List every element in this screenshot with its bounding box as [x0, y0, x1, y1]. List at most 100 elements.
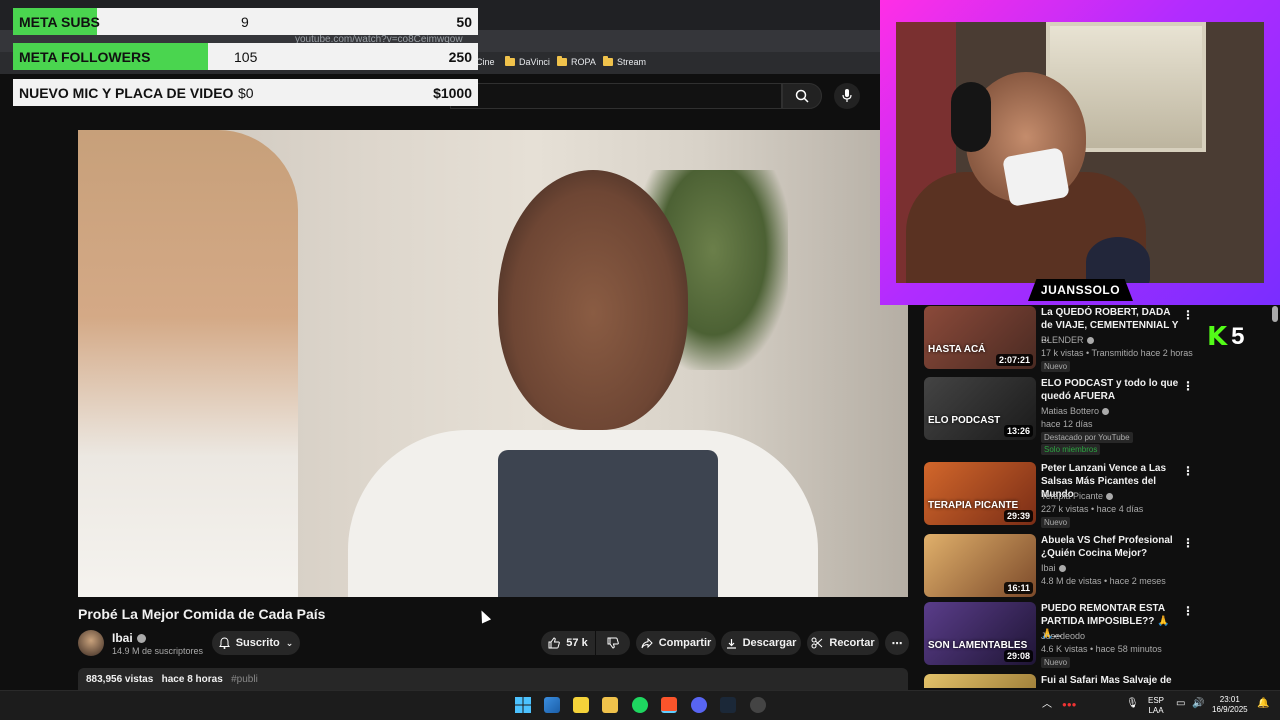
steam-icon[interactable] [720, 697, 736, 713]
download-icon [726, 638, 736, 649]
windows-start-icon[interactable] [515, 697, 531, 713]
folder-icon [603, 56, 613, 66]
clip-button[interactable]: Recortar [807, 631, 879, 655]
goal-bar-subs: META SUBS 9 50 [13, 8, 478, 35]
verified-icon [1102, 407, 1110, 415]
kick-logo-icon: K [1207, 322, 1228, 352]
more-vertical-icon[interactable]: ⋮ [1182, 604, 1194, 618]
goal-label: NUEVO MIC Y PLACA DE VIDEO [19, 85, 234, 101]
webcam-tissue [1002, 147, 1070, 207]
duration-badge: 16:11 [1004, 582, 1033, 594]
channel-avatar[interactable] [78, 630, 104, 656]
video-title: Probé La Mejor Comida de Cada País [78, 606, 326, 622]
search-input[interactable] [450, 83, 782, 109]
bookmark-cine[interactable]: Cine [476, 57, 495, 67]
new-badge: Nuevo [1041, 517, 1071, 528]
photos-app-icon[interactable] [544, 697, 560, 713]
language-indicator[interactable]: ESP LAA [1148, 696, 1164, 716]
chevron-down-icon: ⌄ [285, 637, 294, 648]
video-thumbnail[interactable]: 16:11 [924, 534, 1036, 597]
more-vertical-icon[interactable]: ⋮ [1182, 464, 1194, 478]
download-button[interactable]: Descargar [721, 631, 801, 655]
share-icon [641, 637, 653, 648]
more-horizontal-icon: ⋯ [891, 637, 903, 650]
goal-label: META SUBS [19, 14, 100, 30]
bookmark-davinci[interactable]: DaVinci [505, 56, 550, 67]
more-vertical-icon[interactable]: ⋮ [1182, 536, 1194, 550]
video-thumbnail[interactable]: HASTA ACÁ 2:07:21 [924, 306, 1036, 369]
rec-meta: 17 k vistas • Transmitido hace 2 horas [1041, 348, 1193, 358]
app-icon[interactable] [750, 697, 766, 713]
like-button[interactable]: 57 k [541, 631, 595, 655]
file-explorer-icon[interactable] [602, 697, 618, 713]
volume-icon[interactable]: 🔊 [1192, 699, 1204, 709]
bell-icon [218, 637, 230, 649]
goal-target: 250 [448, 49, 472, 65]
video-thumbnail[interactable]: SON LAMENTABLES 29:08 [924, 602, 1036, 665]
sticky-notes-icon[interactable] [573, 697, 589, 713]
goal-current: 9 [241, 14, 249, 30]
dislike-button[interactable] [596, 631, 630, 655]
rec-channel: Josedeodo [1041, 631, 1086, 641]
rec-meta: 227 k vistas • hace 4 días [1041, 504, 1144, 514]
brave-browser-icon[interactable] [661, 697, 677, 713]
subscribed-button[interactable]: Suscrito ⌄ [212, 631, 300, 655]
duration-badge: 2:07:21 [995, 354, 1033, 366]
duration-badge: 29:08 [1003, 650, 1033, 662]
folder-icon [557, 56, 567, 66]
share-button[interactable]: Compartir [636, 631, 716, 655]
tray-app-icon[interactable]: ●●● [1062, 700, 1077, 710]
kick-viewer-badge: K 5 [1207, 322, 1245, 352]
bookmark-stream[interactable]: Stream [603, 56, 646, 67]
notification-bell-icon[interactable]: 🔔 [1257, 699, 1269, 709]
subscriber-count: 14.9 M de suscriptores [112, 646, 204, 656]
chevron-up-icon[interactable]: ︿ [1042, 700, 1052, 710]
hashtag[interactable]: #publi [231, 674, 258, 685]
goal-bar-mic: NUEVO MIC Y PLACA DE VIDEO $0 $1000 [13, 79, 478, 106]
video-person-left [78, 130, 298, 597]
verified-icon [1086, 336, 1094, 344]
recommendations-list: HASTA ACÁ 2:07:21 La QUEDÓ ROBERT, DADA … [924, 306, 1194, 688]
mouse-cursor [476, 608, 492, 624]
goal-current: 105 [234, 49, 258, 65]
spotify-icon[interactable] [632, 697, 648, 713]
verified-icon [1106, 492, 1114, 500]
headset-icon [951, 82, 991, 152]
rec-channel: Ibai [1041, 563, 1066, 573]
scissors-icon [811, 637, 823, 649]
rec-title: Fui al Safari Mas Salvaje de [1041, 675, 1172, 686]
rec-meta: hace 12 días [1041, 419, 1093, 429]
video-thumbnail[interactable]: ELO PODCAST 13:26 [924, 377, 1036, 440]
more-vertical-icon[interactable]: ⋮ [1182, 308, 1194, 322]
new-badge: Nuevo [1041, 361, 1071, 372]
video-thumbnail[interactable] [924, 674, 1036, 688]
verified-icon [1058, 564, 1066, 572]
scrollbar-thumb[interactable] [1272, 306, 1278, 322]
streamer-name-tag: JUANSSOLO [1028, 279, 1133, 301]
network-icon[interactable]: ▭ [1176, 699, 1185, 709]
bookmark-ropa[interactable]: ROPA [557, 56, 596, 67]
video-player[interactable] [78, 130, 908, 597]
webcam-speaker [1086, 237, 1150, 283]
rec-channel: Matias Bottero [1041, 406, 1110, 416]
voice-search-button[interactable] [834, 83, 860, 109]
duration-badge: 29:39 [1003, 510, 1033, 522]
goal-target: $1000 [433, 85, 472, 101]
kick-count: 5 [1231, 323, 1245, 350]
scrollbar[interactable] [1272, 306, 1278, 688]
featured-badge: Destacado por YouTube [1041, 432, 1133, 443]
channel-name[interactable]: Ibai [112, 631, 146, 645]
rec-title: Abuela VS Chef Profesional ¿Quién Cocina… [1041, 535, 1173, 559]
video-thumbnail[interactable]: TERAPIA PICANTE 29:39 [924, 462, 1036, 525]
microphone-icon[interactable]: 🎙 [1126, 699, 1139, 709]
posted-time: hace 8 horas [161, 674, 223, 685]
more-vertical-icon[interactable]: ⋮ [1182, 379, 1194, 393]
search-icon [795, 89, 809, 103]
description-box[interactable]: 883,956 vistas hace 8 horas #publi [78, 668, 908, 690]
search-button[interactable] [782, 83, 822, 109]
more-actions-button[interactable]: ⋯ [885, 631, 909, 655]
verified-icon [136, 633, 146, 643]
system-clock[interactable]: 23:01 16/9/2025 [1212, 695, 1248, 715]
rec-meta: 4.8 M de vistas • hace 2 meses [1041, 576, 1166, 586]
discord-icon[interactable] [691, 697, 707, 713]
